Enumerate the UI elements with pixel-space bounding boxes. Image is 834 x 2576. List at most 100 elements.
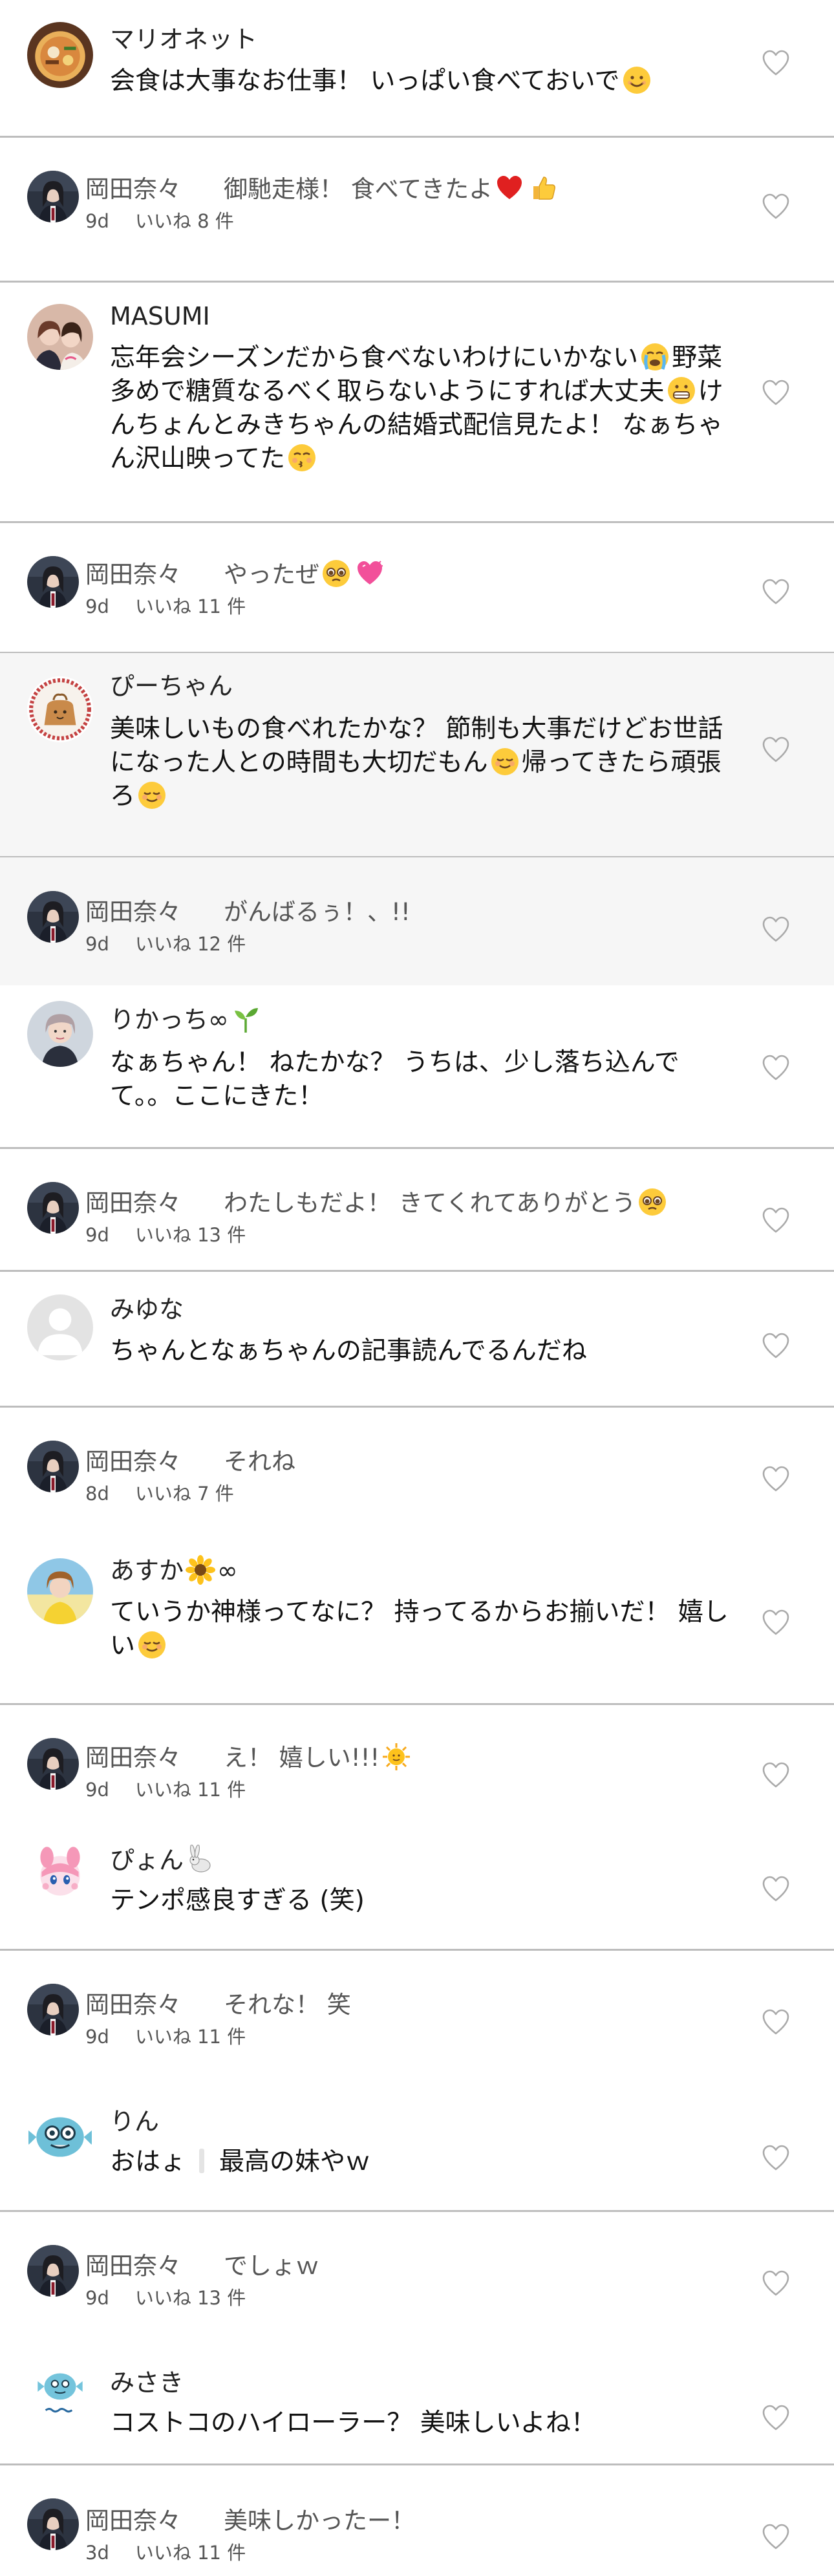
reply-author-name[interactable]: 岡田奈々 [85,1742,181,1774]
reply-item: 岡田奈々 わたしもだよ！ きてくれてありがとう 9d いいね 13 件 [0,1148,834,1270]
text-run: わたしもだよ！ きてくれてありがとう [224,1189,636,1217]
like-count[interactable]: いいね 12 件 [135,933,246,955]
sun-face-icon [381,1742,411,1772]
reply-time: 9d [85,1224,109,1246]
reply-author-name[interactable]: 岡田奈々 [85,1187,181,1219]
reply-time: 9d [85,210,109,232]
comment-line: て。。ここにきた！ [110,1080,743,1113]
like-heart-icon[interactable] [760,1464,791,1495]
reply-author-name[interactable]: 岡田奈々 [85,2505,181,2537]
commenter-name[interactable]: りかっち∞ [110,1004,262,1036]
avatar[interactable] [27,1984,79,2035]
like-count[interactable]: いいね 13 件 [135,1224,246,1246]
comment-text: おはょ 最高の妹やｗ [110,2145,743,2179]
avatar[interactable] [27,1558,93,1624]
text-run: コストコのハイローラー？ 美味しいよね！ [110,2409,596,2438]
text-run: て。。ここにきた！ [110,1082,324,1111]
commenter-name[interactable]: りん [110,2105,159,2138]
avatar[interactable] [27,171,79,222]
commenter-name[interactable]: MASUMI [110,300,210,332]
comment-line: ろ [110,780,743,813]
reply-item: 岡田奈々 御馳走様！ 食べてきたよ 9d いいね 8 件 [0,137,834,281]
avatar[interactable] [27,2101,93,2167]
text-run: 多めで糖質なるべく取らないようにすれば大丈夫 [110,377,665,406]
like-count[interactable]: いいね 11 件 [135,2026,246,2048]
like-heart-icon[interactable] [760,2522,791,2553]
like-heart-icon[interactable] [760,191,791,222]
commenter-name[interactable]: ぴーちゃん [110,670,233,702]
like-heart-icon[interactable] [760,577,791,608]
like-count[interactable]: いいね 11 件 [135,1779,246,1801]
like-heart-icon[interactable] [760,1760,791,1791]
avatar[interactable] [27,1738,79,1790]
reply-author-name[interactable]: 岡田奈々 [85,1446,181,1478]
reply-time: 9d [85,933,109,955]
like-count[interactable]: いいね 13 件 [135,2287,246,2309]
like-count[interactable]: いいね 11 件 [135,2542,246,2564]
reply-item: 岡田奈々 美味しかったー！ 3d いいね 11 件 [0,2465,834,2576]
plead-icon [321,559,351,588]
like-heart-icon[interactable] [760,735,791,766]
avatar[interactable] [27,676,93,742]
commenter-name[interactable]: みさき [110,2367,184,2399]
commenter-name[interactable]: ぴょん [110,1844,217,1876]
avatar[interactable] [27,2498,79,2550]
like-heart-icon[interactable] [760,378,791,409]
like-heart-icon[interactable] [760,1874,791,1905]
reply-author-name[interactable]: 岡田奈々 [85,2250,181,2282]
like-heart-icon[interactable] [760,1607,791,1638]
text-run: になった人との時間も大切だもん [110,748,488,777]
avatar[interactable] [27,2357,93,2423]
avatar[interactable] [27,556,79,608]
like-count[interactable]: いいね 11 件 [135,596,246,617]
sunflower-icon [186,1555,216,1585]
avatar[interactable] [27,22,93,88]
avatar[interactable] [27,891,79,943]
reply-item: 岡田奈々 がんばるぅ！、!! 9d いいね 12 件 [0,857,834,985]
like-count[interactable]: いいね 7 件 [135,1483,234,1505]
like-heart-icon[interactable] [760,1053,791,1084]
like-heart-icon[interactable] [760,48,791,79]
text-run: 会食は大事なお仕事！ いっぱい食べておいで [110,67,620,96]
smile-icon [622,65,652,95]
reply-author-name[interactable]: 岡田奈々 [85,559,181,591]
grin-icon [667,376,696,405]
comment-line: テンポ感良すぎる (笑) [110,1884,743,1918]
like-count[interactable]: いいね 8 件 [135,210,234,232]
like-heart-icon[interactable] [760,1331,791,1362]
commenter-name-text: ぴょん [110,1846,184,1874]
text-run: え！ 嬉しい!!! [224,1744,380,1772]
avatar[interactable] [27,1001,93,1067]
comment-item: みゆな ちゃんとなぁちゃんの記事読んでるんだね [0,1271,834,1406]
avatar[interactable] [27,1182,79,1234]
commenter-name[interactable]: マリオネット [110,23,257,56]
text-run: 野菜 [672,343,723,372]
text-run: 帰ってきたら頑張 [521,748,722,777]
avatar[interactable] [27,2245,79,2297]
text-run: ん沢山映ってた [110,444,286,473]
commenter-name[interactable]: あすか ∞ [110,1554,238,1587]
like-heart-icon[interactable] [760,2007,791,2038]
comment-item: MASUMI 忘年会シーズンだから食べないわけにいかない 野菜 多めで糖質なるべく取ら… [0,282,834,521]
like-heart-icon[interactable] [760,2403,791,2434]
avatar[interactable] [27,304,93,370]
text-run: やったぜ [224,561,319,588]
like-heart-icon[interactable] [760,1205,791,1236]
reply-author-name[interactable]: 岡田奈々 [85,1989,181,2021]
text-run: 美味しいもの食べれたかな？ 節制も大事だけどお世話 [110,714,723,744]
like-heart-icon[interactable] [760,2143,791,2174]
comment-text: ていうか神様ってなに？ 持ってるからお揃いだ！ 嬉しい [110,1596,743,1663]
reply-author-name[interactable]: 岡田奈々 [85,896,181,928]
reply-text: それな！ 笑 [224,1989,351,2021]
reply-author-name[interactable]: 岡田奈々 [85,173,181,206]
commenter-name-text: みさき [110,2368,184,2397]
commenter-name[interactable]: みゆな [110,1293,184,1326]
plead-icon [637,1187,667,1217]
relaxed-icon [137,780,167,810]
like-heart-icon[interactable] [760,914,791,945]
avatar[interactable] [27,1294,93,1360]
avatar[interactable] [27,1840,93,1906]
avatar[interactable] [27,1441,79,1492]
like-heart-icon[interactable] [760,2268,791,2299]
reply-item: 岡田奈々 でしょｗ 9d いいね 13 件 [0,2211,834,2339]
